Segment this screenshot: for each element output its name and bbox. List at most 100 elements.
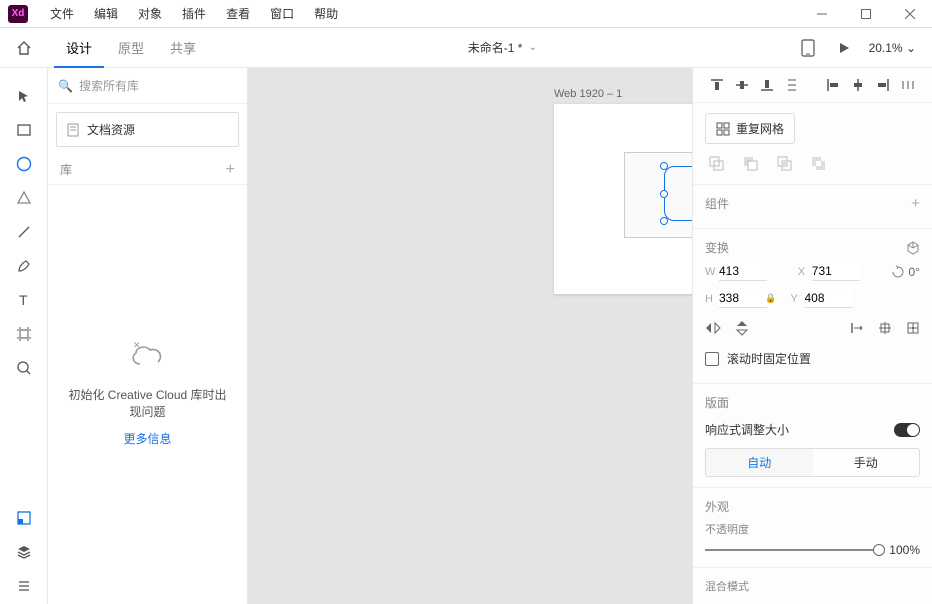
scroll-fix-label: 滚动时固定位置	[727, 350, 811, 367]
chevron-down-icon: ⌄	[528, 42, 536, 53]
artboard-tool[interactable]	[8, 318, 40, 350]
top-bar: 设计 原型 共享 未命名-1 * ⌄ 20.1% ⌄	[0, 28, 932, 68]
libraries-panel: 🔍 文档资源 库 + ✕ 初始化 Creative Cloud 库时出现问题 更…	[48, 68, 248, 604]
artboard-label[interactable]: Web 1920 – 1	[554, 88, 622, 100]
svg-text:T: T	[19, 293, 28, 307]
appearance-label: 外观	[705, 498, 729, 515]
height-input[interactable]	[719, 289, 767, 308]
scroll-fix-checkbox-row[interactable]: 滚动时固定位置	[705, 344, 920, 373]
libraries-panel-button[interactable]	[8, 502, 40, 534]
cc-error-message: 初始化 Creative Cloud 库时出现问题	[68, 386, 227, 420]
rectangle-tool[interactable]	[8, 114, 40, 146]
flip-vertical-icon[interactable]	[735, 320, 749, 336]
cc-error-panel: ✕ 初始化 Creative Cloud 库时出现问题 更多信息	[48, 185, 247, 604]
appearance-section: 外观 不透明度 100%	[693, 487, 932, 567]
plugins-panel-button[interactable]	[8, 570, 40, 602]
tool-bar: T	[0, 68, 48, 604]
grid-icon	[716, 122, 730, 136]
lock-aspect-icon[interactable]: 🔒	[765, 293, 776, 304]
align-left-icon[interactable]	[820, 72, 845, 98]
boolean-intersect-icon[interactable]	[773, 152, 795, 174]
window-minimize-button[interactable]	[800, 0, 844, 27]
zoom-dropdown[interactable]: 20.1% ⌄	[869, 41, 920, 55]
creative-cloud-icon: ✕	[128, 342, 168, 370]
anchor-center-icon[interactable]	[878, 321, 892, 335]
document-assets-button[interactable]: 文档资源	[56, 112, 239, 147]
pen-tool[interactable]	[8, 250, 40, 282]
layout-label: 版面	[705, 394, 729, 411]
add-library-button[interactable]: +	[226, 161, 235, 179]
window-maximize-button[interactable]	[844, 0, 888, 27]
library-search-input[interactable]	[79, 79, 237, 93]
align-right-icon[interactable]	[870, 72, 895, 98]
title-bar: Xd 文件 编辑 对象 插件 查看 窗口 帮助	[0, 0, 932, 28]
document-title-dropdown[interactable]: 未命名-1 * ⌄	[468, 39, 537, 56]
menu-file[interactable]: 文件	[40, 0, 84, 27]
select-tool[interactable]	[8, 80, 40, 112]
repeat-grid-button[interactable]: 重复网格	[705, 113, 795, 144]
library-search[interactable]: 🔍	[48, 68, 247, 104]
component-label: 组件	[705, 195, 729, 212]
rotation-value[interactable]: 0°	[909, 265, 920, 279]
device-preview-button[interactable]	[797, 37, 819, 59]
cc-more-info-link[interactable]: 更多信息	[123, 430, 171, 447]
anchor-all-icon[interactable]	[906, 321, 920, 335]
inspector-panel: 重复网格 组件 + 变换 W X	[692, 68, 932, 604]
menu-object[interactable]: 对象	[128, 0, 172, 27]
boolean-add-icon[interactable]	[705, 152, 727, 174]
menu-view[interactable]: 查看	[216, 0, 260, 27]
align-bottom-icon[interactable]	[755, 72, 780, 98]
line-tool[interactable]	[8, 216, 40, 248]
mode-tab-prototype[interactable]: 原型	[106, 27, 156, 68]
opacity-slider[interactable]	[705, 549, 881, 551]
responsive-toggle[interactable]	[894, 423, 920, 437]
menu-window[interactable]: 窗口	[260, 0, 304, 27]
resize-auto-button[interactable]: 自动	[706, 449, 813, 476]
layers-panel-button[interactable]	[8, 536, 40, 568]
transform-label: 变换	[705, 239, 729, 256]
repeat-grid-label: 重复网格	[736, 120, 784, 137]
responsive-label: 响应式调整大小	[705, 421, 789, 438]
play-preview-button[interactable]	[833, 37, 855, 59]
distribute-h-icon[interactable]	[895, 72, 920, 98]
home-button[interactable]	[12, 36, 36, 60]
distribute-v-icon[interactable]	[780, 72, 805, 98]
boolean-subtract-icon[interactable]	[739, 152, 761, 174]
mode-tab-share[interactable]: 共享	[158, 27, 208, 68]
chevron-down-icon: ⌄	[906, 41, 916, 55]
3d-icon[interactable]	[906, 241, 920, 255]
width-input[interactable]	[719, 262, 767, 281]
artboard[interactable]	[554, 104, 692, 294]
ellipse-tool[interactable]	[8, 148, 40, 180]
opacity-value[interactable]: 100%	[889, 543, 920, 557]
layout-section: 版面 响应式调整大小 自动 手动	[693, 383, 932, 487]
document-assets-label: 文档资源	[87, 121, 135, 138]
window-close-button[interactable]	[888, 0, 932, 27]
add-component-button[interactable]: +	[911, 195, 920, 212]
mode-tab-design[interactable]: 设计	[54, 27, 104, 68]
flip-horizontal-icon[interactable]	[705, 321, 721, 335]
y-input[interactable]	[805, 289, 853, 308]
canvas[interactable]: Web 1920 – 1	[248, 68, 692, 604]
anchor-left-icon[interactable]	[850, 321, 864, 335]
boolean-exclude-icon[interactable]	[807, 152, 829, 174]
resize-manual-button[interactable]: 手动	[813, 449, 920, 476]
menu-edit[interactable]: 编辑	[84, 0, 128, 27]
search-icon: 🔍	[58, 79, 73, 93]
polygon-tool[interactable]	[8, 182, 40, 214]
x-input[interactable]	[812, 262, 860, 281]
align-hcenter-icon[interactable]	[845, 72, 870, 98]
zoom-tool[interactable]	[8, 352, 40, 384]
checkbox-unchecked-icon[interactable]	[705, 352, 719, 366]
alignment-row	[693, 68, 932, 103]
selected-object[interactable]	[664, 166, 692, 221]
align-vcenter-icon[interactable]	[730, 72, 755, 98]
libraries-header: 库 +	[48, 155, 247, 185]
resize-mode-segment[interactable]: 自动 手动	[705, 448, 920, 477]
menu-plugins[interactable]: 插件	[172, 0, 216, 27]
menu-help[interactable]: 帮助	[304, 0, 348, 27]
align-top-icon[interactable]	[705, 72, 730, 98]
text-tool[interactable]: T	[8, 284, 40, 316]
rotate-icon[interactable]	[891, 265, 905, 279]
svg-text:✕: ✕	[133, 342, 141, 350]
